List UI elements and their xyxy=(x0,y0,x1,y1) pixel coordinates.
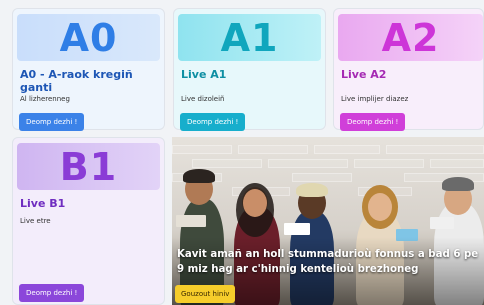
start-button[interactable]: Deomp dezhi ! xyxy=(19,113,85,131)
level-code: A0 xyxy=(59,15,118,60)
level-code: A1 xyxy=(220,15,279,60)
level-subtitle: Al lizherenneg xyxy=(20,95,70,103)
start-button[interactable]: Deomp dezhi ! xyxy=(340,113,406,131)
learn-more-button[interactable]: Gouzout hiniv xyxy=(175,285,236,303)
level-title: Live A1 xyxy=(181,68,227,81)
level-card-a1: A1 Live A1 Live dizoleiñ Deomp dezhi ! xyxy=(173,8,326,131)
level-subtitle: Live dizoleiñ xyxy=(181,95,225,103)
level-card-a0: A0 A0 - A-raok kregiñ ganti Al lizherenn… xyxy=(12,8,165,131)
level-title: A0 - A-raok kregiñ ganti xyxy=(20,68,133,94)
hero-banner: Kavit amañ an holl stummadurioù fonnus a… xyxy=(172,137,484,305)
level-title: Live B1 xyxy=(20,197,66,210)
level-subtitle: Live etre xyxy=(20,217,51,225)
start-button[interactable]: Deomp dezhi ! xyxy=(19,284,85,302)
hero-photo xyxy=(172,137,484,305)
level-card-b1: B1 Live B1 Live etre Deomp dezhi ! xyxy=(12,137,165,305)
level-code: A2 xyxy=(381,15,440,60)
start-button[interactable]: Deomp dezhi ! xyxy=(180,113,246,131)
level-banner: A1 xyxy=(178,14,321,61)
level-title: Live A2 xyxy=(341,68,387,81)
level-banner: A2 xyxy=(338,14,483,61)
level-banner: B1 xyxy=(17,143,160,190)
level-card-a2: A2 Live A2 Live implijer diazez Deomp de… xyxy=(333,8,484,131)
level-banner: A0 xyxy=(17,14,160,61)
level-code: B1 xyxy=(59,144,118,189)
hero-headline: Kavit amañ an holl stummadurioù fonnus a… xyxy=(177,249,479,275)
level-subtitle: Live implijer diazez xyxy=(341,95,409,103)
